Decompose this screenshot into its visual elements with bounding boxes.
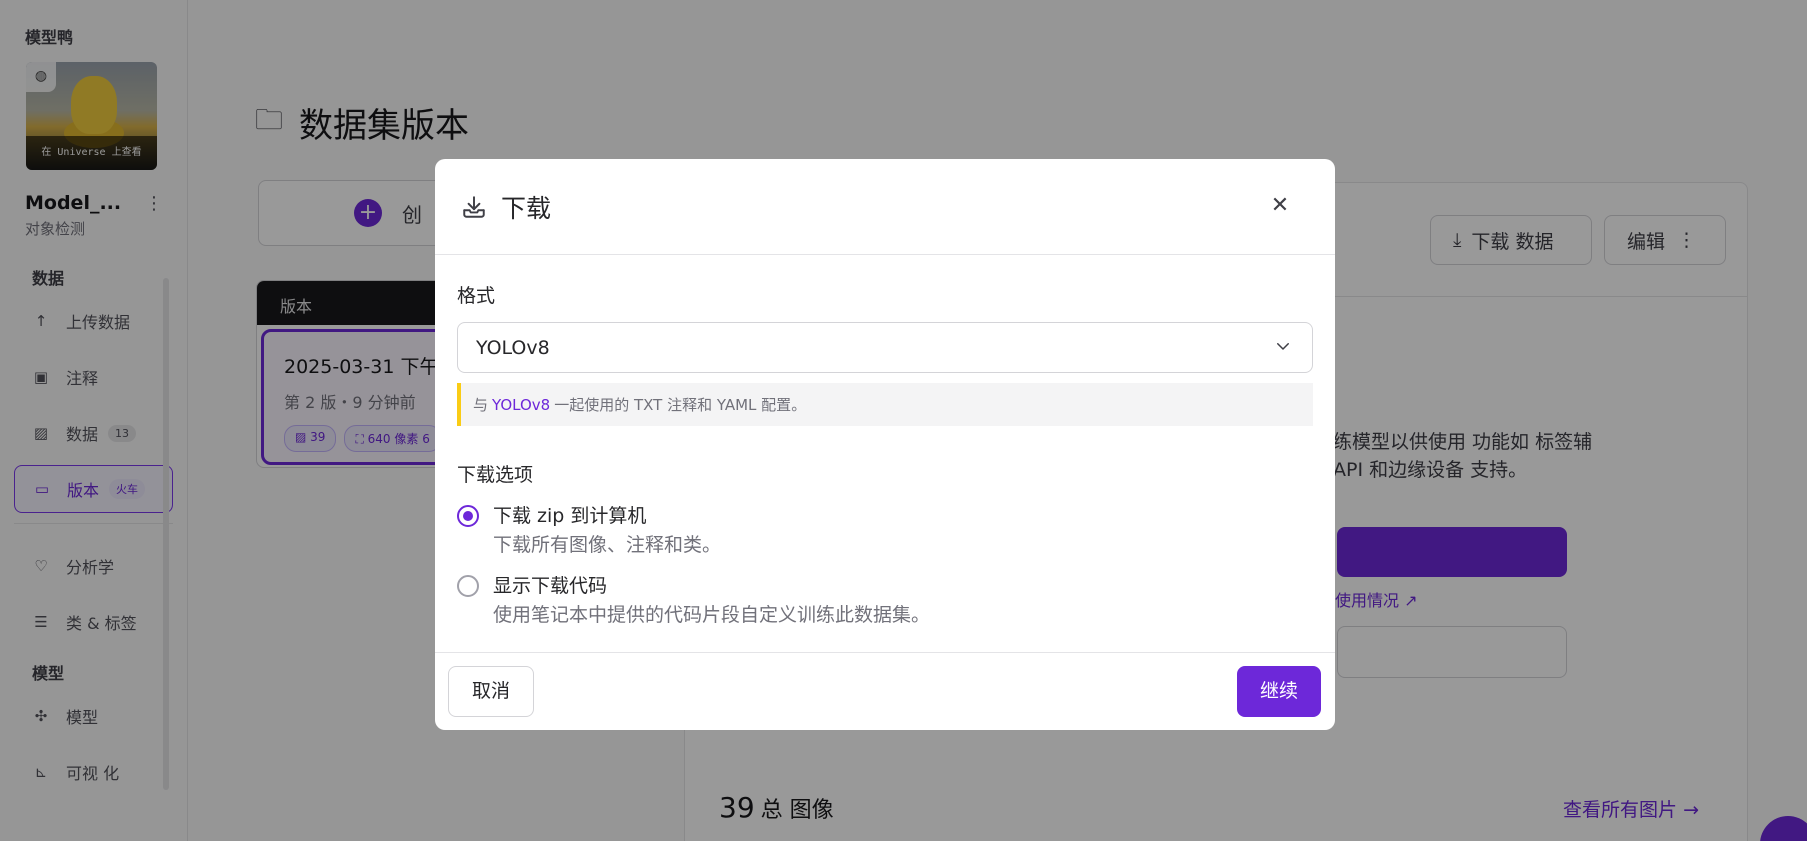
option-description: 使用笔记本中提供的代码片段自定义训练此数据集。 [493, 604, 931, 626]
modal-title: 下载 [501, 193, 552, 223]
hint-suffix: 一起使用的 TXT 注释和 YAML 配置。 [554, 396, 807, 414]
format-label: 格式 [457, 285, 496, 307]
cancel-button[interactable]: 取消 [448, 666, 534, 717]
modal-footer: 取消 继续 [435, 652, 1335, 730]
option-description: 下载所有图像、注释和类。 [493, 534, 722, 556]
hint-format-link[interactable]: YOLOv8 [492, 396, 550, 414]
format-select[interactable]: YOLOv8 [457, 322, 1313, 373]
download-icon [463, 195, 485, 218]
option-download-zip[interactable]: 下载 zip 到计算机 下载所有图像、注释和类。 [457, 501, 1313, 557]
format-value: YOLOv8 [476, 336, 550, 359]
chevron-down-icon [1277, 343, 1289, 350]
option-title: 下载 zip 到计算机 [493, 505, 647, 527]
radio-show-code[interactable] [457, 575, 479, 597]
modal-header: 下载 ✕ [435, 159, 1335, 255]
option-show-code[interactable]: 显示下载代码 使用笔记本中提供的代码片段自定义训练此数据集。 [457, 571, 1313, 627]
download-options-label: 下载选项 [457, 464, 534, 486]
continue-button[interactable]: 继续 [1237, 666, 1321, 717]
format-hint: 与 YOLOv8 一起使用的 TXT 注释和 YAML 配置。 [457, 383, 1313, 426]
hint-prefix: 与 [473, 396, 489, 414]
option-text: 下载 zip 到计算机 下载所有图像、注释和类。 [493, 501, 721, 557]
download-modal: 下载 ✕ 格式 YOLOv8 与 YOLOv8 一起使用的 TXT 注释和 YA… [435, 159, 1335, 730]
close-icon[interactable]: ✕ [1267, 193, 1293, 219]
radio-download-zip[interactable] [457, 505, 479, 527]
modal-body: 格式 YOLOv8 与 YOLOv8 一起使用的 TXT 注释和 YAML 配置… [435, 255, 1335, 627]
option-text: 显示下载代码 使用笔记本中提供的代码片段自定义训练此数据集。 [493, 571, 930, 627]
option-title: 显示下载代码 [493, 575, 608, 597]
